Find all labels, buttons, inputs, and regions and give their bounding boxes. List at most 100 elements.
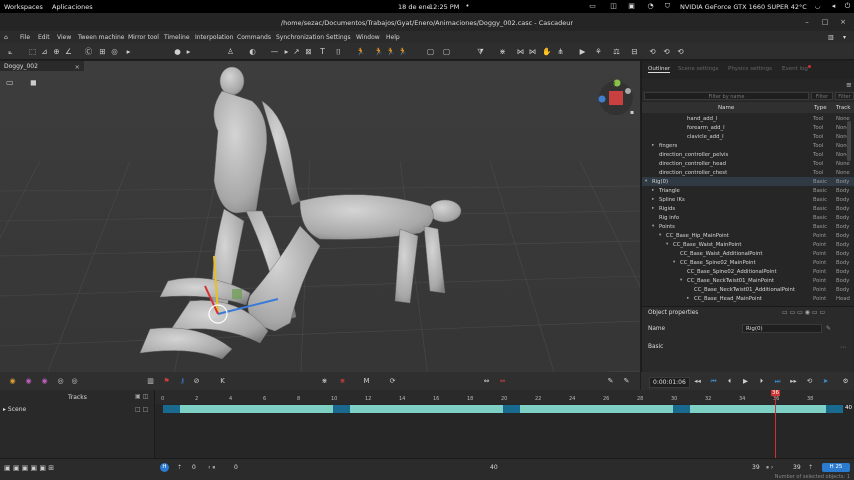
tab-event-log[interactable]: Event log — [782, 66, 808, 72]
columns-icon[interactable]: ▥ — [146, 377, 155, 386]
scene-track-toggles[interactable]: □ □ — [135, 406, 148, 413]
target-icon[interactable]: ◎ — [110, 47, 119, 56]
bracket-icon[interactable]: ⌷ — [334, 47, 343, 56]
magic-wand-icon[interactable]: ✎ — [606, 377, 615, 386]
outliner-row[interactable]: hand_add_l Tool None — [642, 114, 854, 123]
cycle-icon[interactable]: ⟲ — [648, 47, 657, 56]
keyframe-segment[interactable] — [690, 405, 826, 413]
bottom-tools-icons[interactable]: ▣ ▣ ▣ ▣ ▣ ⊞ — [4, 464, 54, 472]
first-frame-icon[interactable]: ⏮ — [709, 377, 718, 386]
loop-icon[interactable]: ⟲ — [805, 377, 814, 386]
outliner-row[interactable]: ▸ Spline IKs Basic Body — [642, 195, 854, 204]
screen-record-icon[interactable]: ◫ — [610, 3, 617, 10]
loop-icon[interactable]: ◎ — [70, 377, 79, 386]
line-dropdown-icon[interactable]: ▸ — [282, 47, 291, 56]
lasso-icon[interactable]: ⊿ — [40, 47, 49, 56]
end-frame-field[interactable]: 39 — [793, 464, 801, 471]
menu-mirror-tool[interactable]: Mirror tool — [128, 34, 159, 41]
minimize-icon[interactable]: – — [803, 18, 811, 26]
lock-icon[interactable]: ▪ — [630, 109, 634, 116]
ik-icon[interactable]: ⋔ — [556, 47, 565, 56]
outliner-row[interactable]: ▾ CC_Base_NeckTwist01_MainPoint Point Body — [642, 276, 854, 285]
tab-scene-settings[interactable]: Scene settings — [678, 66, 718, 72]
add-frame-icon[interactable]: ⇡ — [177, 464, 182, 471]
expand-down-icon[interactable]: ▾ — [680, 278, 682, 283]
gpu-status[interactable]: NVIDIA GeForce GTX 1660 SUPER 42°C — [680, 3, 807, 11]
dropdown-arrow-icon[interactable]: ▸ — [124, 47, 133, 56]
range-prev-icon[interactable]: ‹ ⏸ — [208, 464, 215, 472]
camera-icon[interactable]: ◼ — [30, 78, 37, 87]
pose-b-icon[interactable]: 🏃 — [386, 47, 395, 56]
fulcrum-icon[interactable]: ⊟ — [630, 47, 639, 56]
text-tool-icon[interactable]: T — [318, 47, 327, 56]
section-options-icon[interactable]: ⋯ — [840, 344, 846, 351]
battery-icon[interactable]: ▭ — [589, 3, 596, 10]
column-type[interactable]: Type — [814, 105, 827, 111]
expand-right-icon[interactable]: ▸ — [652, 206, 654, 211]
scene-track[interactable]: ▸ Scene — [3, 406, 26, 413]
outliner-row[interactable]: ▾ Points Basic Body — [642, 222, 854, 231]
next-key-icon[interactable]: ▸▸ — [789, 377, 798, 386]
k-key-button[interactable]: K — [218, 377, 227, 386]
motion-icon[interactable]: ⟳ — [388, 377, 397, 386]
keyframe-segment[interactable] — [503, 405, 520, 413]
cycle-icon[interactable]: ◎ — [56, 377, 65, 386]
keyframe-segment[interactable] — [180, 405, 333, 413]
workspaces-button[interactable]: Workspaces — [4, 3, 43, 11]
maximize-icon[interactable]: □ — [821, 18, 829, 26]
outliner-row[interactable]: CC_Base_Spine02_AdditionalPoint Point Body — [642, 267, 854, 276]
menu-timeline[interactable]: Timeline — [164, 34, 190, 41]
pose-c-icon[interactable]: 🏃 — [398, 47, 407, 56]
keyframe-segment[interactable] — [673, 405, 690, 413]
layout-dropdown-icon[interactable]: ▾ — [843, 34, 846, 41]
menu-file[interactable]: File — [20, 34, 30, 41]
outliner-row[interactable]: direction_controller_head Tool None — [642, 159, 854, 168]
play-pose-icon[interactable]: ▶ — [578, 47, 587, 56]
keyframe-segment[interactable] — [333, 405, 350, 413]
interval-icon[interactable]: ⇔ — [482, 377, 491, 386]
physics-icon[interactable]: ⚘ — [594, 47, 603, 56]
settings-gear-icon[interactable]: ⚙ — [841, 377, 850, 386]
angle-icon[interactable]: ∠ — [64, 47, 73, 56]
expand-right-icon[interactable]: ▸ — [687, 296, 689, 301]
expand-right-icon[interactable]: ▸ — [652, 188, 654, 193]
power-icon[interactable]: ◔ — [647, 3, 654, 10]
menu-edit[interactable]: Edit — [38, 34, 50, 41]
expand-down-icon[interactable]: ▾ — [666, 242, 668, 247]
expand-down-icon[interactable]: ▾ — [673, 260, 675, 265]
arrow-expand-icon[interactable]: ↗ — [292, 47, 301, 56]
current-time-field[interactable]: 0:00:01:06 — [649, 377, 690, 388]
menu-commands[interactable]: Commands — [237, 34, 271, 41]
frame-select-icon[interactable]: ▢ — [442, 47, 451, 56]
prev-key-icon[interactable]: ◂◂ — [693, 377, 702, 386]
cycle-c-icon[interactable]: ⟲ — [676, 47, 685, 56]
prev-frame-icon[interactable]: ⏴ — [725, 377, 734, 386]
outliner-row[interactable]: ▾ CC_Base_Spine02_MainPoint Point Body — [642, 258, 854, 267]
pose-a-icon[interactable]: 🏃 — [374, 47, 383, 56]
nodes-b-icon[interactable]: ⋈ — [528, 47, 537, 56]
keyframe-segment[interactable] — [163, 405, 180, 413]
cursor-icon[interactable]: ➤ — [821, 377, 830, 386]
m-button[interactable]: M — [362, 377, 371, 386]
no-icon[interactable]: ⊘ — [192, 377, 201, 386]
track-lock-icon[interactable]: ▣ ◫ — [135, 393, 148, 400]
outliner-row[interactable]: direction_controller_pelvis Tool None — [642, 150, 854, 159]
close-window-icon[interactable]: × — [839, 18, 847, 26]
fps-field[interactable]: H 25 — [822, 463, 850, 472]
outliner-row[interactable]: direction_controller_chest Tool None — [642, 168, 854, 177]
viewport-tab[interactable]: Doggy_002 × — [0, 61, 84, 71]
dropdown-arrow-icon[interactable]: ▸ — [184, 47, 193, 56]
record-icon[interactable]: ◉ — [8, 377, 17, 386]
outliner-row[interactable]: CC_Base_NeckTwist01_AdditionalPoint Point… — [642, 285, 854, 294]
key-icon[interactable]: ⚷ — [178, 377, 187, 386]
column-track[interactable]: Track — [836, 105, 850, 111]
play-icon[interactable]: ▶ — [741, 377, 750, 386]
track-filter-input[interactable]: Filter — [835, 92, 854, 100]
power-menu-icon[interactable]: ⏻ — [844, 3, 851, 10]
start-frame-field[interactable]: 0 — [192, 464, 196, 471]
props-toolbar-icons[interactable]: ▭ ▭ ▭ ◉ ▭ ▭ — [782, 309, 825, 316]
outliner-scrollbar[interactable] — [847, 121, 851, 161]
keyframe-segment[interactable] — [520, 405, 673, 413]
type-filter-input[interactable]: Filter — [811, 92, 833, 100]
character-icon[interactable]: ♙ — [226, 47, 235, 56]
